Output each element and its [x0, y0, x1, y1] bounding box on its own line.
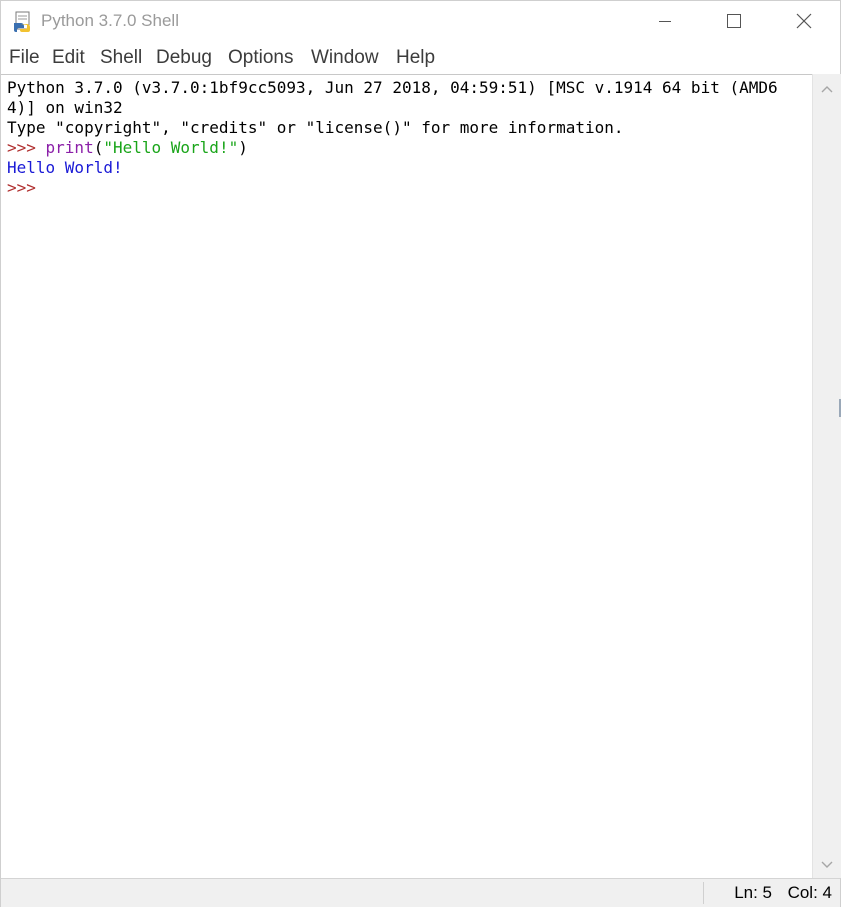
menu-shell[interactable]: Shell — [100, 46, 142, 70]
status-bar: Ln: 5 Col: 4 — [1, 878, 840, 907]
prompt: >>> — [7, 138, 46, 157]
paren-open: ( — [93, 138, 104, 157]
builtin-print: print — [45, 138, 94, 157]
window-title: Python 3.7.0 Shell — [41, 11, 179, 30]
scroll-down-arrow-icon[interactable] — [817, 854, 837, 874]
status-column-number: Col: 4 — [787, 883, 832, 902]
title-bar[interactable]: Python 3.7.0 Shell — [1, 1, 840, 41]
menu-file[interactable]: File — [9, 46, 40, 70]
string-literal: "Hello World!" — [103, 138, 239, 157]
menu-edit[interactable]: Edit — [52, 46, 85, 70]
menu-window[interactable]: Window — [311, 46, 379, 70]
menu-help[interactable]: Help — [396, 46, 435, 70]
paren-close: ) — [238, 138, 248, 157]
minimize-icon[interactable] — [629, 1, 699, 41]
idle-shell-window: Python 3.7.0 Shell File Edit Shell Debug… — [0, 0, 841, 907]
banner-line-3: Type "copyright", "credits" or "license(… — [7, 118, 624, 137]
current-prompt[interactable]: >>> — [7, 178, 36, 198]
scroll-up-arrow-icon[interactable] — [817, 80, 837, 100]
menu-bar: File Edit Shell Debug Options Window Hel… — [1, 42, 840, 73]
banner-line-2: 4)] on win32 — [7, 98, 123, 117]
banner-line-1: Python 3.7.0 (v3.7.0:1bf9cc5093, Jun 27 … — [7, 78, 778, 97]
maximize-icon[interactable] — [699, 1, 769, 41]
status-divider — [703, 882, 704, 904]
close-icon[interactable] — [769, 1, 839, 41]
output-line: Hello World! — [7, 158, 123, 177]
vertical-scrollbar[interactable] — [812, 74, 841, 878]
shell-text-area[interactable]: Python 3.7.0 (v3.7.0:1bf9cc5093, Jun 27 … — [1, 74, 812, 879]
input-line: >>> print("Hello World!") — [7, 138, 248, 158]
menu-debug[interactable]: Debug — [156, 46, 212, 70]
menu-options[interactable]: Options — [228, 46, 293, 70]
status-line-number: Ln: 5 — [734, 883, 772, 902]
python-idle-icon[interactable] — [12, 11, 34, 33]
